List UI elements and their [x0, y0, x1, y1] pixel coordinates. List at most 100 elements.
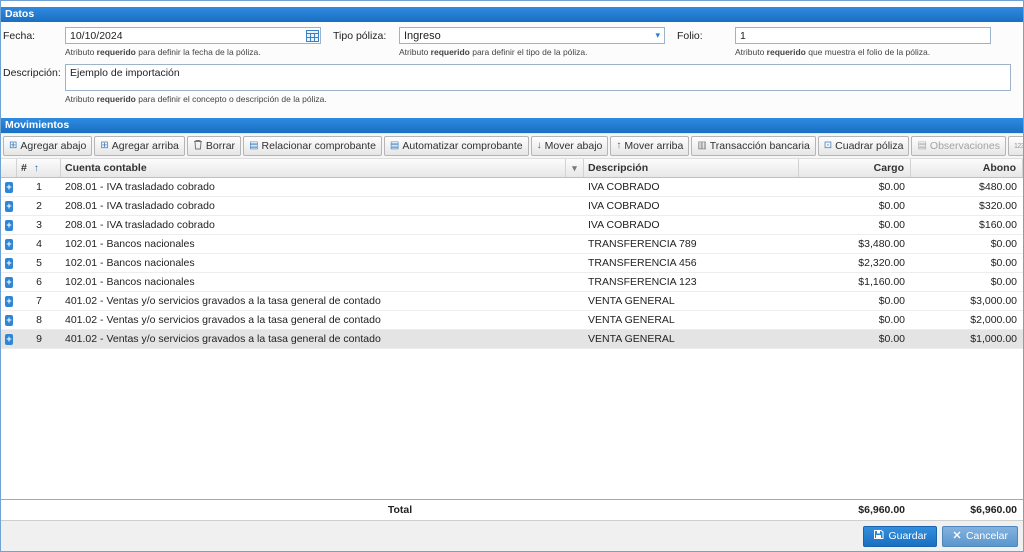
- descripcion-cell[interactable]: TRANSFERENCIA 789: [584, 235, 799, 253]
- cuenta-cell[interactable]: 208.01 - IVA trasladado cobrado: [61, 178, 566, 196]
- cuenta-column-header[interactable]: Cuenta contable: [61, 159, 566, 177]
- cuenta-cell[interactable]: 102.01 - Bancos nacionales: [61, 235, 566, 253]
- expand-row-icon[interactable]: +: [5, 295, 13, 307]
- row-number: 3: [36, 219, 42, 231]
- column-filter-chevron-icon[interactable]: ▾: [566, 159, 584, 177]
- cargo-cell[interactable]: $0.00: [799, 292, 911, 310]
- num-column-header[interactable]: # ↑: [17, 159, 61, 177]
- diot-123-icon: 123: [1013, 142, 1023, 150]
- folio-input[interactable]: [735, 27, 991, 44]
- diot-button: 123DIOT: [1007, 136, 1023, 156]
- cuenta-cell[interactable]: 102.01 - Bancos nacionales: [61, 273, 566, 291]
- cargo-cell[interactable]: $0.00: [799, 330, 911, 348]
- cargo-cell[interactable]: $3,480.00: [799, 235, 911, 253]
- cuenta-cell[interactable]: 401.02 - Ventas y/o servicios gravados a…: [61, 292, 566, 310]
- descripcion-cell[interactable]: VENTA GENERAL: [584, 311, 799, 329]
- borrar-button[interactable]: Borrar: [186, 136, 242, 156]
- cargo-cell[interactable]: $2,320.00: [799, 254, 911, 272]
- save-icon: [873, 529, 884, 543]
- abono-cell[interactable]: $320.00: [911, 197, 1023, 215]
- descripcion-cell[interactable]: IVA COBRADO: [584, 178, 799, 196]
- cargo-column-header[interactable]: Cargo: [799, 159, 911, 177]
- relacionar-comprobante-button[interactable]: ▤ Relacionar comprobante: [243, 136, 382, 156]
- cuenta-cell[interactable]: 102.01 - Bancos nacionales: [61, 254, 566, 272]
- cuenta-cell[interactable]: 401.02 - Ventas y/o servicios gravados a…: [61, 330, 566, 348]
- cargo-cell[interactable]: $0.00: [799, 197, 911, 215]
- abono-cell[interactable]: $2,000.00: [911, 311, 1023, 329]
- transaccion-bancaria-button[interactable]: ▥ Transacción bancaria: [691, 136, 816, 156]
- expand-row-icon[interactable]: +: [5, 276, 13, 288]
- total-cargo: $6,960.00: [858, 504, 905, 516]
- cuenta-cell[interactable]: 401.02 - Ventas y/o servicios gravados a…: [61, 311, 566, 329]
- descripcion-cell[interactable]: VENTA GENERAL: [584, 330, 799, 348]
- row-number: 4: [36, 238, 42, 250]
- cargo-cell[interactable]: $0.00: [799, 311, 911, 329]
- cargo-cell[interactable]: $0.00: [799, 178, 911, 196]
- agregar-arriba-button[interactable]: ⊞ Agregar arriba: [94, 136, 185, 156]
- table-row[interactable]: + 2 208.01 - IVA trasladado cobrado IVA …: [1, 197, 1023, 216]
- descripcion-cell[interactable]: IVA COBRADO: [584, 197, 799, 215]
- row-number: 5: [36, 257, 42, 269]
- movimientos-toolbar: ⊞ Agregar abajo ⊞ Agregar arriba Borrar ▤ R…: [1, 133, 1023, 159]
- descripcion-cell[interactable]: IVA COBRADO: [584, 216, 799, 234]
- cargo-cell[interactable]: $1,160.00: [799, 273, 911, 291]
- table-row-selected[interactable]: + 9 401.02 - Ventas y/o servicios gravad…: [1, 330, 1023, 349]
- datos-section-header: Datos: [1, 7, 1023, 22]
- cuadrar-poliza-button[interactable]: ⊡ Cuadrar póliza: [817, 136, 910, 156]
- total-row: Total $6,960.00 $6,960.00: [1, 499, 1023, 520]
- row-number: 8: [36, 314, 42, 326]
- table-row[interactable]: + 7 401.02 - Ventas y/o servicios gravad…: [1, 292, 1023, 311]
- descripcion-textarea[interactable]: Ejemplo de importación: [65, 64, 1011, 91]
- expand-row-icon[interactable]: +: [5, 181, 13, 193]
- calendar-icon[interactable]: [306, 29, 319, 45]
- expand-row-icon[interactable]: +: [5, 219, 13, 231]
- cancel-icon: [952, 530, 962, 543]
- cuenta-cell[interactable]: 208.01 - IVA trasladado cobrado: [61, 197, 566, 215]
- tipo-poliza-field-group: Tipo póliza: Ingreso ▾ Atributo requerid…: [333, 27, 665, 57]
- abono-cell[interactable]: $160.00: [911, 216, 1023, 234]
- document-icon: ▤: [389, 140, 400, 151]
- expand-row-icon[interactable]: +: [5, 200, 13, 212]
- descripcion-cell[interactable]: VENTA GENERAL: [584, 292, 799, 310]
- table-row[interactable]: + 6 102.01 - Bancos nacionales TRANSFERE…: [1, 273, 1023, 292]
- table-row[interactable]: + 3 208.01 - IVA trasladado cobrado IVA …: [1, 216, 1023, 235]
- cuenta-cell[interactable]: 208.01 - IVA trasladado cobrado: [61, 216, 566, 234]
- mover-arriba-button[interactable]: ↑ Mover arriba: [610, 136, 690, 156]
- cargo-cell[interactable]: $0.00: [799, 216, 911, 234]
- table-row[interactable]: + 5 102.01 - Bancos nacionales TRANSFERE…: [1, 254, 1023, 273]
- tipo-poliza-select[interactable]: Ingreso ▾: [399, 27, 665, 44]
- abono-cell[interactable]: $0.00: [911, 254, 1023, 272]
- abono-cell[interactable]: $0.00: [911, 235, 1023, 253]
- expand-row-icon[interactable]: +: [5, 333, 13, 345]
- mover-abajo-button[interactable]: ↓ Mover abajo: [530, 136, 609, 156]
- guardar-button[interactable]: Guardar: [863, 525, 937, 547]
- fecha-hint: Atributo requerido para definir la fecha…: [65, 47, 261, 57]
- arrow-up-icon: ↑: [616, 140, 622, 151]
- cancelar-button[interactable]: Cancelar: [941, 525, 1018, 547]
- arrow-down-icon: ↓: [536, 140, 542, 151]
- descripcion-cell[interactable]: TRANSFERENCIA 456: [584, 254, 799, 272]
- automatizar-comprobante-button[interactable]: ▤ Automatizar comprobante: [383, 136, 529, 156]
- notes-icon: ▤: [917, 140, 927, 151]
- abono-cell[interactable]: $1,000.00: [911, 330, 1023, 348]
- tipo-poliza-hint: Atributo requerido para definir el tipo …: [399, 47, 588, 57]
- folio-field-group: Folio: Atributo requerido que muestra el…: [677, 27, 991, 57]
- table-row[interactable]: + 8 401.02 - Ventas y/o servicios gravad…: [1, 311, 1023, 330]
- descripcion-cell[interactable]: TRANSFERENCIA 123: [584, 273, 799, 291]
- sort-asc-icon: ↑: [33, 162, 39, 174]
- abono-cell[interactable]: $480.00: [911, 178, 1023, 196]
- table-row[interactable]: + 4 102.01 - Bancos nacionales TRANSFERE…: [1, 235, 1023, 254]
- expand-row-icon[interactable]: +: [5, 257, 13, 269]
- table-row[interactable]: + 1 208.01 - IVA trasladado cobrado IVA …: [1, 178, 1023, 197]
- fecha-input[interactable]: [65, 27, 321, 44]
- descripcion-column-header[interactable]: Descripción: [584, 159, 799, 177]
- abono-cell[interactable]: $3,000.00: [911, 292, 1023, 310]
- abono-column-header[interactable]: Abono: [911, 159, 1023, 177]
- bank-icon: ▥: [697, 140, 707, 151]
- agregar-abajo-button[interactable]: ⊞ Agregar abajo: [3, 136, 93, 156]
- abono-cell[interactable]: $0.00: [911, 273, 1023, 291]
- row-number: 2: [36, 200, 42, 212]
- footer-bar: Guardar Cancelar: [1, 520, 1023, 551]
- expand-row-icon[interactable]: +: [5, 314, 13, 326]
- expand-row-icon[interactable]: +: [5, 238, 13, 250]
